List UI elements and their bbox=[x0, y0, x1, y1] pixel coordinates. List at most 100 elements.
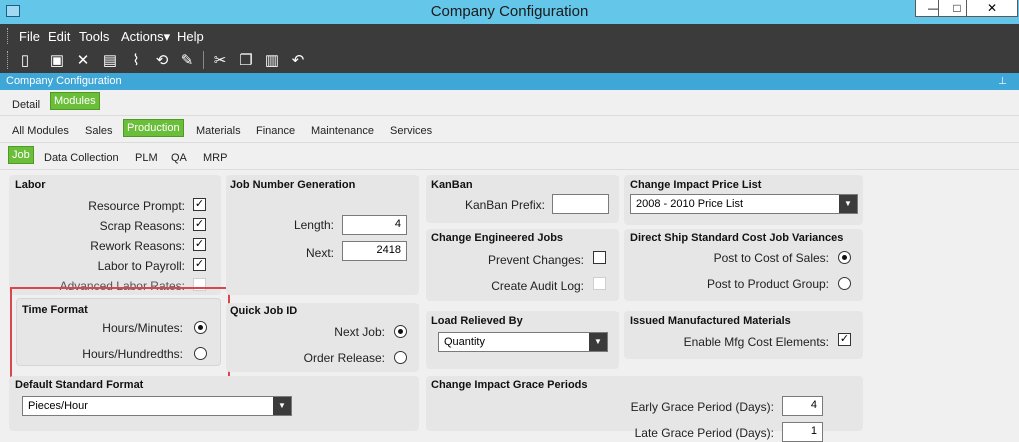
delete-icon[interactable]: ✕ bbox=[74, 51, 92, 69]
panel-title: Company Configuration bbox=[6, 75, 122, 87]
create-audit-log-label: Create Audit Log: bbox=[491, 279, 584, 293]
dropdown-arrow-icon: ▼ bbox=[839, 195, 857, 213]
grip-icon bbox=[7, 51, 10, 69]
issued-manufactured-materials-title: Issued Manufactured Materials bbox=[630, 315, 791, 327]
prevent-changes-checkbox[interactable] bbox=[593, 251, 606, 264]
enable-mfg-cost-elements-label: Enable Mfg Cost Elements: bbox=[683, 335, 829, 349]
tab-data-collection[interactable]: Data Collection bbox=[44, 152, 119, 164]
prevent-changes-label: Prevent Changes: bbox=[487, 253, 584, 267]
labor-to-payroll-checkbox[interactable]: ✓ bbox=[193, 258, 206, 271]
issued-manufactured-materials-group: Issued Manufactured Materials Enable Mfg… bbox=[624, 311, 863, 359]
load-relieved-by-select[interactable]: Quantity ▼ bbox=[438, 332, 608, 352]
kanban-title: KanBan bbox=[431, 179, 473, 191]
order-release-label: Order Release: bbox=[303, 351, 385, 365]
panel-header: Company Configuration ⊥ bbox=[0, 73, 1019, 90]
tab-mrp[interactable]: MRP bbox=[203, 152, 227, 164]
change-impact-price-list-value: 2008 - 2010 Price List bbox=[636, 198, 744, 210]
menu-toolbar-area: File Edit Tools Actions▾ Help ▯ ▣ ✕ ▤ ⌇ … bbox=[0, 24, 1019, 73]
dropdown-arrow-icon: ▼ bbox=[589, 333, 607, 351]
tab-all-modules[interactable]: All Modules bbox=[12, 125, 69, 137]
menu-file[interactable]: File bbox=[19, 29, 40, 44]
tab-materials[interactable]: Materials bbox=[196, 125, 241, 137]
tab-production[interactable]: Production bbox=[123, 119, 184, 137]
default-standard-format-title: Default Standard Format bbox=[15, 379, 144, 391]
attach-icon[interactable]: ⌇ bbox=[127, 51, 145, 69]
late-grace-label: Late Grace Period (Days): bbox=[634, 426, 774, 440]
new-icon[interactable]: ▯ bbox=[16, 51, 34, 69]
tab-row-production: Job Data Collection PLM QA MRP bbox=[0, 144, 1019, 170]
change-impact-price-list-select[interactable]: 2008 - 2010 Price List ▼ bbox=[630, 194, 858, 214]
change-impact-price-list-group: Change Impact Price List 2008 - 2010 Pri… bbox=[624, 175, 863, 225]
pin-icon[interactable]: ⊥ bbox=[998, 73, 1007, 90]
labor-group: Labor Resource Prompt: ✓ Scrap Reasons: … bbox=[9, 175, 221, 295]
rework-reasons-label: Rework Reasons: bbox=[90, 239, 185, 253]
post-to-product-group-label: Post to Product Group: bbox=[706, 277, 829, 291]
kanban-group: KanBan KanBan Prefix: bbox=[426, 175, 619, 223]
load-relieved-by-title: Load Relieved By bbox=[431, 315, 523, 327]
post-to-cost-of-sales-radio[interactable] bbox=[838, 251, 851, 264]
direct-ship-title: Direct Ship Standard Cost Job Variances bbox=[630, 232, 844, 244]
cut-icon[interactable]: ✂ bbox=[211, 51, 229, 69]
paste-icon[interactable]: ▥ bbox=[263, 51, 281, 69]
menu-edit[interactable]: Edit bbox=[48, 29, 70, 44]
create-audit-log-checkbox[interactable] bbox=[593, 277, 606, 290]
post-to-cost-of-sales-label: Post to Cost of Sales: bbox=[713, 251, 829, 265]
labor-title: Labor bbox=[15, 179, 46, 191]
next-job-label: Next Job: bbox=[334, 325, 385, 339]
next-label: Next: bbox=[305, 246, 334, 260]
book-icon[interactable]: ▤ bbox=[101, 51, 119, 69]
grip-icon bbox=[7, 28, 10, 44]
copy-icon[interactable]: ❐ bbox=[237, 51, 255, 69]
rework-reasons-checkbox[interactable]: ✓ bbox=[193, 238, 206, 251]
early-grace-label: Early Grace Period (Days): bbox=[630, 400, 774, 414]
save-icon[interactable]: ▣ bbox=[48, 51, 66, 69]
late-grace-input[interactable]: 1 bbox=[782, 422, 823, 442]
post-to-product-group-radio[interactable] bbox=[838, 277, 851, 290]
refresh-icon[interactable]: ⟲ bbox=[153, 51, 171, 69]
undo-icon[interactable]: ↶ bbox=[289, 51, 307, 69]
quick-job-id-group: Quick Job ID Next Job: Order Release: bbox=[226, 303, 419, 372]
tab-plm[interactable]: PLM bbox=[135, 152, 158, 164]
length-input[interactable]: 4 bbox=[342, 215, 407, 235]
tab-job[interactable]: Job bbox=[8, 146, 34, 164]
next-input[interactable]: 2418 bbox=[342, 241, 407, 261]
change-engineered-jobs-title: Change Engineered Jobs bbox=[431, 232, 564, 244]
clear-icon[interactable]: ✎ bbox=[178, 51, 196, 69]
next-job-radio[interactable] bbox=[394, 325, 407, 338]
scrap-reasons-label: Scrap Reasons: bbox=[99, 219, 185, 233]
job-number-generation-title: Job Number Generation bbox=[230, 179, 356, 191]
length-label: Length: bbox=[293, 218, 334, 232]
tab-services[interactable]: Services bbox=[390, 125, 432, 137]
tab-sales[interactable]: Sales bbox=[85, 125, 113, 137]
enable-mfg-cost-elements-checkbox[interactable]: ✓ bbox=[838, 333, 851, 346]
change-impact-grace-group: Change Impact Grace Periods Early Grace … bbox=[426, 376, 863, 442]
tab-row-modules: All Modules Sales Production Materials F… bbox=[0, 117, 1019, 143]
early-grace-input[interactable]: 4 bbox=[782, 396, 823, 416]
order-release-radio[interactable] bbox=[394, 351, 407, 364]
scrap-reasons-checkbox[interactable]: ✓ bbox=[193, 218, 206, 231]
job-number-generation-group: Job Number Generation Length: 4 Next: 24… bbox=[226, 175, 419, 295]
menu-tools[interactable]: Tools bbox=[79, 29, 109, 44]
window-title: Company Configuration bbox=[430, 3, 589, 20]
change-impact-grace-title: Change Impact Grace Periods bbox=[431, 379, 588, 391]
tab-finance[interactable]: Finance bbox=[256, 125, 295, 137]
menu-actions[interactable]: Actions▾ bbox=[121, 29, 170, 45]
quick-job-id-title: Quick Job ID bbox=[230, 305, 298, 317]
tab-maintenance[interactable]: Maintenance bbox=[311, 125, 374, 137]
dropdown-arrow-icon: ▼ bbox=[273, 397, 291, 415]
menu-help[interactable]: Help bbox=[177, 29, 204, 44]
load-relieved-by-value: Quantity bbox=[444, 336, 485, 348]
highlight-box bbox=[10, 287, 230, 378]
tab-qa[interactable]: QA bbox=[171, 152, 187, 164]
default-standard-format-group: Default Standard Format Pieces/Hour ▼ bbox=[9, 376, 419, 431]
close-button[interactable]: ✕ bbox=[966, 0, 1018, 17]
resource-prompt-label: Resource Prompt: bbox=[88, 199, 185, 213]
labor-to-payroll-label: Labor to Payroll: bbox=[97, 259, 185, 273]
tab-detail[interactable]: Detail bbox=[12, 99, 40, 111]
resource-prompt-checkbox[interactable]: ✓ bbox=[193, 198, 206, 211]
change-engineered-jobs-group: Change Engineered Jobs Prevent Changes: … bbox=[426, 229, 619, 301]
tab-modules[interactable]: Modules bbox=[50, 92, 100, 110]
default-standard-format-select[interactable]: Pieces/Hour ▼ bbox=[22, 396, 292, 416]
kanban-prefix-input[interactable] bbox=[552, 194, 609, 214]
default-standard-format-value: Pieces/Hour bbox=[28, 400, 88, 412]
